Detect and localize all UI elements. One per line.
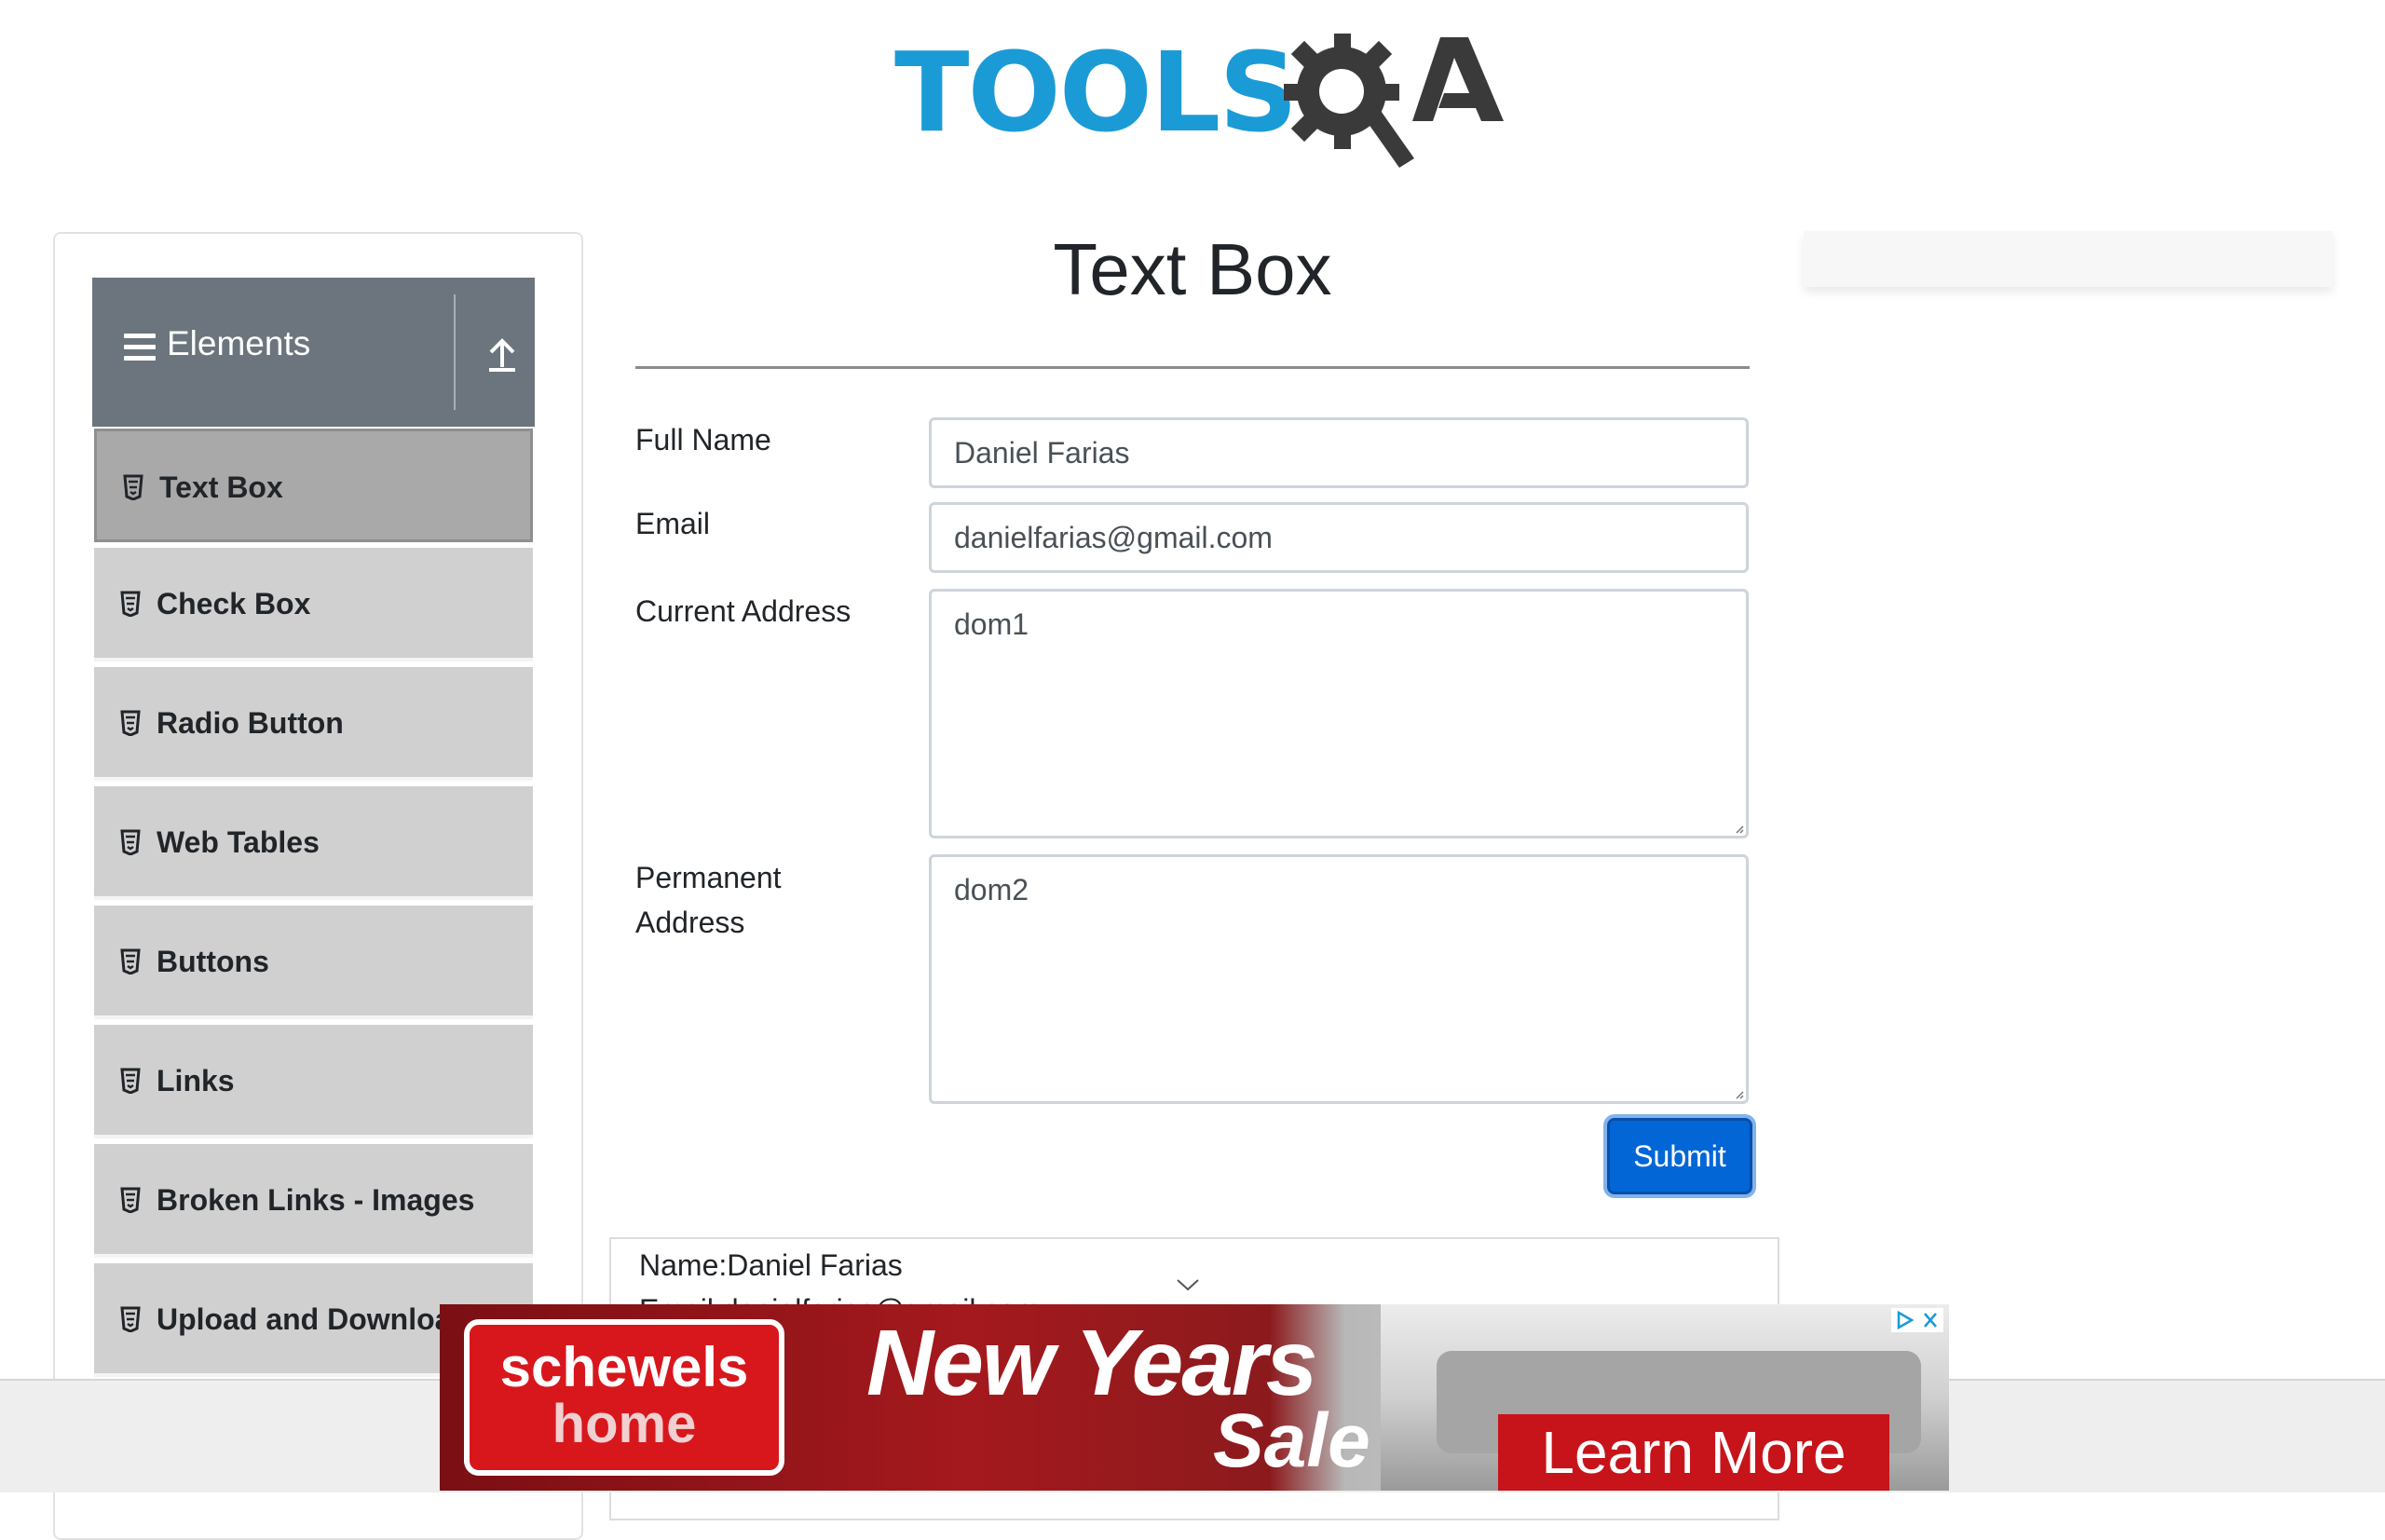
ad-brand-line2: home — [552, 1394, 697, 1454]
html5-icon — [120, 1306, 141, 1332]
current-address-value: dom1 — [954, 607, 1029, 641]
html5-icon — [120, 829, 141, 855]
sidebar-group-title: Elements — [167, 324, 311, 362]
html5-icon — [120, 1187, 141, 1213]
logo-text: TOOLS — [894, 28, 1298, 157]
sidebar-item-web-tables[interactable]: Web Tables — [94, 786, 533, 900]
ad-learn-more-button[interactable]: Learn More — [1498, 1414, 1889, 1491]
full-name-input[interactable]: Daniel Farias — [929, 417, 1749, 488]
sidebar-item-label: Radio Button — [157, 706, 344, 740]
sidebar-item-buttons[interactable]: Buttons — [94, 906, 533, 1019]
email-label: Email — [635, 507, 711, 540]
sidebar-item-text-box[interactable]: Text Box — [94, 429, 533, 542]
ad-close-icon[interactable] — [1891, 1308, 1943, 1332]
submit-button[interactable]: Submit — [1607, 1118, 1752, 1194]
sidebar-item-links[interactable]: Links — [94, 1025, 533, 1138]
hamburger-icon — [124, 334, 156, 361]
ad-banner[interactable]: schewels home New Years Sale Learn More — [440, 1304, 1949, 1491]
sidebar-item-broken-links[interactable]: Broken Links - Images — [94, 1144, 533, 1258]
full-name-label: Full Name — [635, 423, 771, 457]
sidebar-item-label: Text Box — [159, 470, 283, 504]
sidebar-item-label: Buttons — [157, 945, 269, 978]
sidebar-item-radio-button[interactable]: Radio Button — [94, 667, 533, 781]
sidebar-item-label: Upload and Download — [157, 1302, 470, 1336]
sidebar-item-label: Web Tables — [157, 825, 320, 859]
page-title: Text Box — [1053, 228, 1332, 310]
permanent-address-label: Permanent Address — [635, 861, 782, 939]
resize-grip-icon[interactable] — [1735, 825, 1744, 834]
html5-icon — [120, 710, 141, 736]
logo-letter-a — [1412, 37, 1504, 121]
resize-grip-icon[interactable] — [1735, 1090, 1744, 1099]
current-address-textarea[interactable]: dom1 — [929, 589, 1749, 838]
header-divider — [454, 294, 456, 410]
collapse-up-icon[interactable] — [484, 332, 521, 373]
output-name: Name:Daniel Farias — [639, 1248, 903, 1282]
chevron-down-icon[interactable] — [1176, 1278, 1200, 1291]
html5-icon — [120, 948, 141, 974]
ad-brand-line1: schewels — [499, 1336, 749, 1398]
current-address-label: Current Address — [635, 594, 852, 628]
gear-magnifier-icon — [1284, 34, 1414, 168]
sidebar-group-elements[interactable]: Elements — [92, 278, 535, 427]
title-divider — [635, 366, 1750, 369]
side-ad-placeholder[interactable] — [1804, 231, 2333, 287]
sidebar-item-label: Broken Links - Images — [157, 1183, 475, 1217]
ad-brand-logo: schewels home — [464, 1319, 784, 1476]
sidebar-item-check-box[interactable]: Check Box — [94, 548, 533, 661]
permanent-address-value: dom2 — [954, 873, 1029, 906]
email-input[interactable]: danielfarias@gmail.com — [929, 502, 1749, 573]
sidebar-item-label: Check Box — [157, 587, 311, 620]
html5-icon — [123, 474, 143, 500]
permanent-address-textarea[interactable]: dom2 — [929, 854, 1749, 1104]
html5-icon — [120, 591, 141, 617]
sidebar-item-label: Links — [157, 1064, 235, 1097]
ad-choices-icon[interactable] — [1891, 1308, 1943, 1332]
site-logo[interactable]: TOOLS — [894, 28, 1504, 177]
html5-icon — [120, 1068, 141, 1094]
ad-subheadline: Sale — [1213, 1398, 1370, 1483]
